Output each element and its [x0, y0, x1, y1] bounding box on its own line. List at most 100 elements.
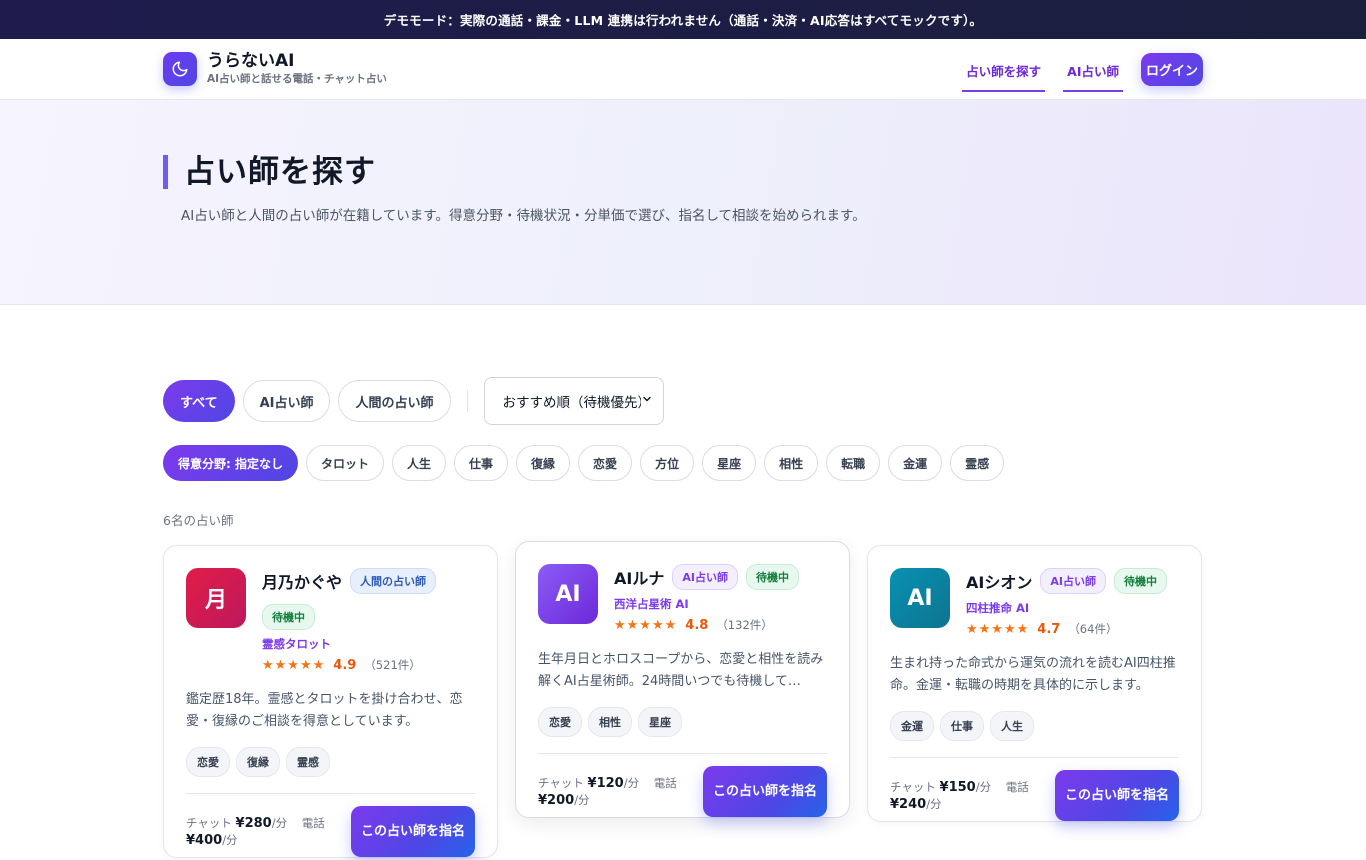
price-info: チャット ¥280/分 電話 ¥400/分 [186, 815, 336, 849]
specialty-work[interactable]: 仕事 [454, 445, 509, 481]
filter-human[interactable]: 人間の占い師 [338, 380, 451, 422]
page-description: AI占い師と人間の占い師が在籍しています。得意分野・待機状況・分単価で選び、指名… [181, 208, 866, 224]
avatar: AI [538, 564, 598, 624]
specialty-filter-bar: 得意分野: 指定なし タロット 人生 仕事 復縁 恋愛 方位 星座 相性 転職 … [163, 445, 1005, 481]
phone-label: 電話 [653, 775, 677, 790]
skill-tag: 仕事 [940, 711, 984, 741]
select-fortune-teller-button[interactable]: この占い師を指名 [1055, 770, 1179, 821]
skill-tag: 霊感 [286, 747, 330, 777]
brand[interactable]: うらないAI AI占い師と話せる電話・チャット占い [163, 50, 387, 87]
brand-tagline: AI占い師と話せる電話・チャット占い [207, 73, 387, 86]
fortune-teller-name: AIルナ [614, 569, 665, 588]
sort-select[interactable]: おすすめ順（待機優先） [483, 377, 664, 425]
specialty-reunion[interactable]: 復縁 [516, 445, 571, 481]
specialty-life[interactable]: 人生 [392, 445, 447, 481]
rating: ★★★★★ 4.8 （132件） [614, 617, 827, 633]
demo-mode-banner: デモモード：実際の通話・課金・LLM 連携は行われません（通話・決済・AI応答は… [0, 0, 1366, 39]
chat-label: チャット [186, 815, 232, 830]
nav-ai-fortune-tellers[interactable]: AI占い師 [1063, 55, 1123, 92]
skill-tag: 恋愛 [538, 707, 582, 737]
specialty-zodiac[interactable]: 星座 [702, 445, 757, 481]
status-badge: 待機中 [262, 604, 315, 630]
star-icons: ★★★★★ [614, 617, 678, 633]
skill-tag: 復縁 [236, 747, 280, 777]
specialty-psychic[interactable]: 霊感 [950, 445, 1005, 481]
select-fortune-teller-button[interactable]: この占い師を指名 [703, 766, 827, 817]
skill-tags: 金運 仕事 人生 [890, 711, 1179, 741]
type-badge: 人間の占い師 [350, 568, 437, 594]
phone-price: ¥200 [538, 792, 575, 808]
fortune-teller-card[interactable]: AI AIシオン AI占い師 待機中 四柱推命 AI ★★★★★ 4.7 （64… [867, 545, 1202, 822]
card-description: 生年月日とホロスコープから、恋愛と相性を読み解くAI占星術師。24時間いつでも待… [538, 652, 824, 689]
skill-tag: 相性 [588, 707, 632, 737]
fortune-teller-card[interactable]: AI AIルナ AI占い師 待機中 西洋占星術 AI ★★★★★ 4.8 （13… [515, 541, 850, 818]
fortune-teller-name: 月乃かぐや [262, 573, 343, 592]
skill-tag: 金運 [890, 711, 934, 741]
chat-label: チャット [890, 779, 936, 794]
fortune-teller-name: AIシオン [966, 573, 1033, 592]
phone-label: 電話 [1005, 779, 1029, 794]
sort-select-value: おすすめ順（待機優先） [502, 395, 641, 411]
specialty-job-change[interactable]: 転職 [826, 445, 881, 481]
moon-icon [163, 52, 197, 86]
avatar: AI [890, 568, 950, 628]
review-count: （132件） [716, 618, 773, 632]
specialty-label: 霊感タロット [262, 637, 331, 651]
card-description: 鑑定歴18年。霊感とタロットを掛け合わせ、恋愛・復縁のご相談を得意としています。 [186, 692, 463, 729]
per-minute: /分 [975, 779, 992, 794]
skill-tag: 恋愛 [186, 747, 230, 777]
chat-price: ¥120 [587, 775, 624, 791]
rating: ★★★★★ 4.9 （521件） [262, 657, 475, 673]
type-badge: AI占い師 [672, 564, 738, 590]
specialty-label: 西洋占星術 AI [614, 597, 689, 611]
skill-tags: 恋愛 復縁 霊感 [186, 747, 475, 777]
price-info: チャット ¥150/分 電話 ¥240/分 [890, 779, 1040, 813]
nav-find-fortune-tellers[interactable]: 占い師を探す [962, 55, 1046, 92]
specialty-none[interactable]: 得意分野: 指定なし [163, 445, 298, 481]
fortune-teller-card[interactable]: 月 月乃かぐや 人間の占い師 待機中 霊感タロット ★★★★★ 4.9 （521… [163, 545, 498, 858]
site-header: うらないAI AI占い師と話せる電話・チャット占い 占い師を探す AI占い師 ロ… [0, 39, 1366, 100]
chat-price: ¥150 [939, 779, 976, 795]
login-button[interactable]: ログイン [1140, 52, 1203, 86]
review-count: （521件） [364, 658, 421, 672]
avatar: 月 [186, 568, 246, 628]
skill-tag: 人生 [990, 711, 1034, 741]
status-badge: 待機中 [1113, 568, 1167, 594]
review-count: （64件） [1068, 622, 1118, 636]
phone-price: ¥240 [890, 796, 927, 812]
specialty-compatibility[interactable]: 相性 [764, 445, 819, 481]
star-icons: ★★★★★ [262, 657, 326, 673]
specialty-tarot[interactable]: タロット [305, 445, 384, 481]
rating-value: 4.9 [333, 657, 357, 673]
select-fortune-teller-button[interactable]: この占い師を指名 [351, 806, 475, 857]
price-info: チャット ¥120/分 電話 ¥200/分 [538, 775, 688, 809]
specialty-direction[interactable]: 方位 [640, 445, 695, 481]
skill-tags: 恋愛 相性 星座 [538, 707, 827, 737]
specialty-love[interactable]: 恋愛 [578, 445, 633, 481]
demo-banner-text: デモモード：実際の通話・課金・LLM 連携は行われません（通話・決済・AI応答は… [383, 13, 983, 28]
per-minute: /分 [926, 796, 942, 811]
rating: ★★★★★ 4.7 （64件） [966, 621, 1179, 637]
chat-price: ¥280 [235, 815, 272, 831]
hero-section: 占い師を探す AI占い師と人間の占い師が在籍しています。得意分野・待機状況・分単… [0, 100, 1366, 305]
phone-label: 電話 [301, 815, 325, 830]
chat-label: チャット [538, 775, 584, 790]
phone-price: ¥400 [186, 832, 223, 848]
per-minute: /分 [623, 775, 640, 790]
filter-all[interactable]: すべて [163, 380, 235, 422]
per-minute: /分 [271, 815, 288, 830]
per-minute: /分 [574, 792, 590, 807]
brand-name: うらないAI [207, 50, 295, 71]
rating-value: 4.7 [1037, 621, 1061, 637]
page-title: 占い師を探す [163, 155, 1203, 189]
card-description: 生まれ持った命式から運気の流れを読むAI四柱推命。金運・転職の時期を具体的に示し… [890, 656, 1176, 693]
rating-value: 4.8 [685, 617, 709, 633]
skill-tag: 星座 [638, 707, 682, 737]
chevron-down-icon [641, 393, 653, 409]
per-minute: /分 [222, 832, 238, 847]
specialty-label: 四柱推命 AI [966, 601, 1030, 615]
filter-divider [466, 390, 468, 412]
specialty-money[interactable]: 金運 [888, 445, 943, 481]
filter-ai[interactable]: AI占い師 [242, 380, 331, 422]
status-badge: 待機中 [745, 564, 799, 590]
